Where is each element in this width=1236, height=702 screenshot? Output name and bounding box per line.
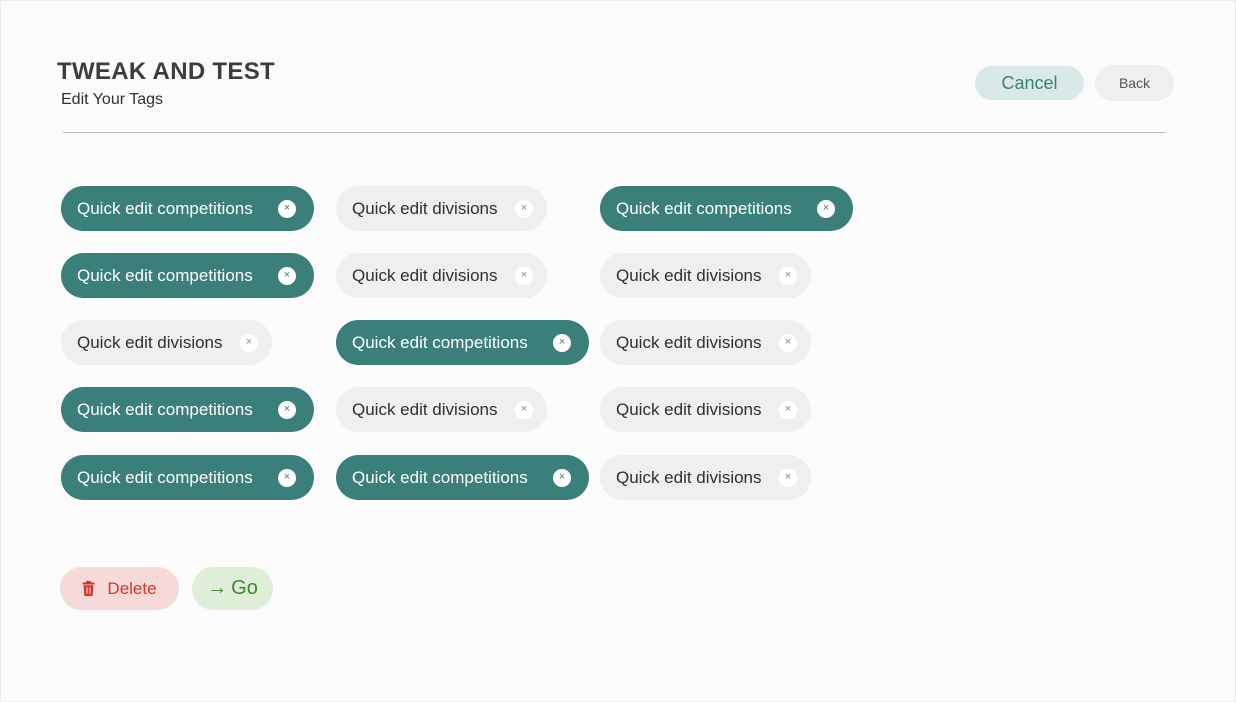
close-icon[interactable]: × <box>278 400 296 419</box>
tag-chip[interactable]: Quick edit divisions × <box>600 387 811 432</box>
close-icon[interactable]: × <box>779 400 797 419</box>
close-icon[interactable]: × <box>278 468 296 487</box>
tag-label: Quick edit divisions <box>616 332 762 352</box>
cancel-button[interactable]: Cancel <box>975 66 1084 100</box>
close-icon[interactable]: × <box>240 333 258 352</box>
tag-label: Quick edit divisions <box>616 399 762 419</box>
tag-chip[interactable]: Quick edit competitions × <box>336 320 589 365</box>
tag-label: Quick edit competitions <box>77 399 253 419</box>
tag-chip[interactable]: Quick edit divisions × <box>336 186 547 231</box>
tag-label: Quick edit divisions <box>352 265 498 285</box>
tag-chip[interactable]: Quick edit competitions × <box>61 253 314 298</box>
close-icon[interactable]: × <box>779 468 797 487</box>
close-icon[interactable]: × <box>779 333 797 352</box>
tag-label: Quick edit competitions <box>616 198 792 218</box>
tag-label: Quick edit competitions <box>77 467 253 487</box>
tag-chip[interactable]: Quick edit divisions × <box>600 253 811 298</box>
go-button[interactable]: → Go <box>192 567 273 610</box>
back-button[interactable]: Back <box>1095 65 1174 101</box>
page-title: TWEAK AND TEST <box>57 58 275 85</box>
close-icon[interactable]: × <box>553 333 571 352</box>
tag-label: Quick edit competitions <box>352 467 528 487</box>
delete-label: Delete <box>107 578 157 598</box>
close-icon[interactable]: × <box>779 266 797 285</box>
close-icon[interactable]: × <box>553 468 571 487</box>
close-icon[interactable]: × <box>278 266 296 285</box>
header-divider <box>63 132 1165 133</box>
trash-icon <box>82 581 95 596</box>
page-subtitle: Edit Your Tags <box>61 91 164 108</box>
page-frame: TWEAK AND TEST Edit Your Tags Cancel Bac… <box>0 0 1236 702</box>
go-label: Go <box>231 577 258 599</box>
tag-chip[interactable]: Quick edit competitions × <box>61 387 314 432</box>
tag-chip[interactable]: Quick edit competitions × <box>61 186 314 231</box>
close-icon[interactable]: × <box>817 199 835 218</box>
tag-chip[interactable]: Quick edit competitions × <box>61 455 314 500</box>
tag-chip[interactable]: Quick edit divisions × <box>61 320 272 365</box>
tag-chip[interactable]: Quick edit divisions × <box>336 387 547 432</box>
tag-label: Quick edit divisions <box>352 399 498 419</box>
close-icon[interactable]: × <box>278 199 296 218</box>
tag-label: Quick edit divisions <box>77 332 223 352</box>
tag-label: Quick edit competitions <box>77 265 253 285</box>
tag-chip[interactable]: Quick edit divisions × <box>600 455 811 500</box>
arrow-right-icon: → <box>207 577 228 599</box>
tag-chip[interactable]: Quick edit competitions × <box>336 455 589 500</box>
close-icon[interactable]: × <box>515 400 533 419</box>
close-icon[interactable]: × <box>515 266 533 285</box>
tag-chip[interactable]: Quick edit divisions × <box>600 320 811 365</box>
tag-label: Quick edit divisions <box>352 198 498 218</box>
tag-label: Quick edit competitions <box>77 198 253 218</box>
close-icon[interactable]: × <box>515 199 533 218</box>
tag-chip[interactable]: Quick edit competitions × <box>600 186 853 231</box>
tag-label: Quick edit competitions <box>352 332 528 352</box>
tag-label: Quick edit divisions <box>616 467 762 487</box>
tag-label: Quick edit divisions <box>616 265 762 285</box>
delete-button[interactable]: Delete <box>60 567 179 610</box>
tag-chip[interactable]: Quick edit divisions × <box>336 253 547 298</box>
